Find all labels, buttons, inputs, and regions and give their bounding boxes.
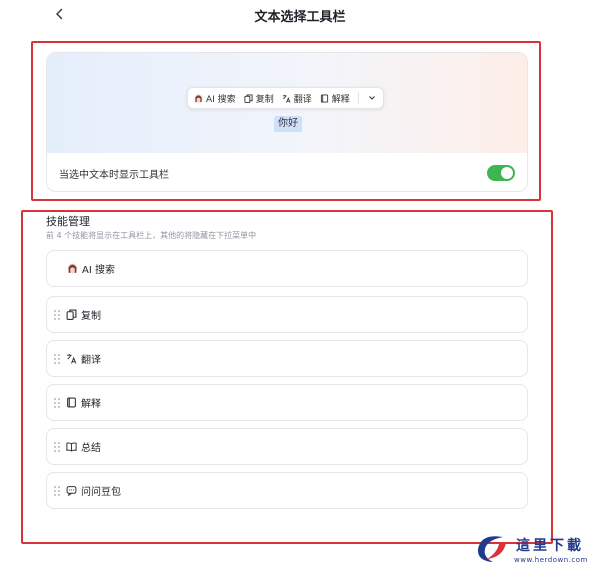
- show-toolbar-toggle[interactable]: [487, 165, 515, 181]
- drag-handle-icon[interactable]: [54, 441, 60, 452]
- skill-label: 总结: [81, 443, 101, 454]
- watermark-logo-icon: [477, 536, 506, 562]
- skill-item-explain[interactable]: 解释: [46, 384, 528, 421]
- skills-section-title: 技能管理: [46, 215, 90, 228]
- toggle-knob: [501, 167, 513, 179]
- toolbar-item-copy[interactable]: 复制: [244, 92, 274, 105]
- toolbar-item-ai-search[interactable]: AI 搜索: [194, 92, 236, 105]
- chat-bubble-icon: [66, 486, 77, 496]
- skill-item-copy[interactable]: 复制: [46, 296, 528, 333]
- selection-toolbar: AI 搜索 复制 翻译 解释: [187, 87, 384, 109]
- skill-label: 复制: [81, 311, 101, 322]
- copy-icon: [244, 93, 253, 103]
- preview-area: AI 搜索 复制 翻译 解释 你好: [47, 53, 527, 153]
- translate-icon: [282, 94, 291, 103]
- skills-section-description: 前 4 个技能将显示在工具栏上，其他的将隐藏在下拉菜单中: [46, 231, 257, 240]
- book-icon: [320, 93, 328, 103]
- skill-label: AI 搜索: [82, 265, 115, 276]
- show-toolbar-setting: 当选中文本时显示工具栏: [47, 153, 527, 191]
- toolbar-item-label: 复制: [255, 94, 274, 105]
- toolbar-item-label: AI 搜索: [206, 94, 236, 105]
- toolbar-divider: [357, 92, 359, 104]
- watermark-title: 這里下載: [516, 538, 584, 554]
- ai-avatar-icon: [67, 263, 78, 274]
- skill-item-ai-search[interactable]: AI 搜索: [46, 250, 528, 287]
- toolbar-item-label: 解释: [331, 94, 350, 105]
- toggle-label: 当选中文本时显示工具栏: [59, 169, 169, 181]
- skill-item-translate[interactable]: 翻译: [46, 340, 528, 377]
- translate-icon: [67, 354, 77, 364]
- ai-avatar-icon: [194, 93, 203, 103]
- skill-item-ask-doubao[interactable]: 问问豆包: [46, 472, 528, 509]
- skill-item-summary[interactable]: 总结: [46, 428, 528, 465]
- open-book-icon: [66, 442, 77, 452]
- watermark-url: www.herdown.com: [514, 556, 588, 564]
- skill-label: 翻译: [81, 355, 101, 366]
- drag-handle-icon[interactable]: [54, 397, 60, 408]
- skill-label: 问问豆包: [81, 487, 121, 498]
- toolbar-more-button[interactable]: [367, 93, 377, 103]
- chevron-down-icon: [368, 96, 375, 100]
- toolbar-item-label: 翻译: [293, 94, 312, 105]
- header: 文本选择工具栏: [0, 0, 600, 30]
- skill-label: 解释: [81, 399, 101, 410]
- drag-handle-icon[interactable]: [54, 353, 60, 364]
- drag-handle-icon[interactable]: [54, 485, 60, 496]
- book-icon: [67, 397, 76, 408]
- drag-handle-icon[interactable]: [54, 309, 60, 320]
- selected-text: 你好: [274, 116, 302, 132]
- toolbar-item-explain[interactable]: 解释: [320, 92, 350, 105]
- copy-icon: [66, 309, 77, 320]
- page-title: 文本选择工具栏: [254, 10, 346, 25]
- toolbar-item-translate[interactable]: 翻译: [282, 92, 312, 105]
- preview-card: AI 搜索 复制 翻译 解释 你好 当选中文本时显示工具栏: [46, 52, 528, 192]
